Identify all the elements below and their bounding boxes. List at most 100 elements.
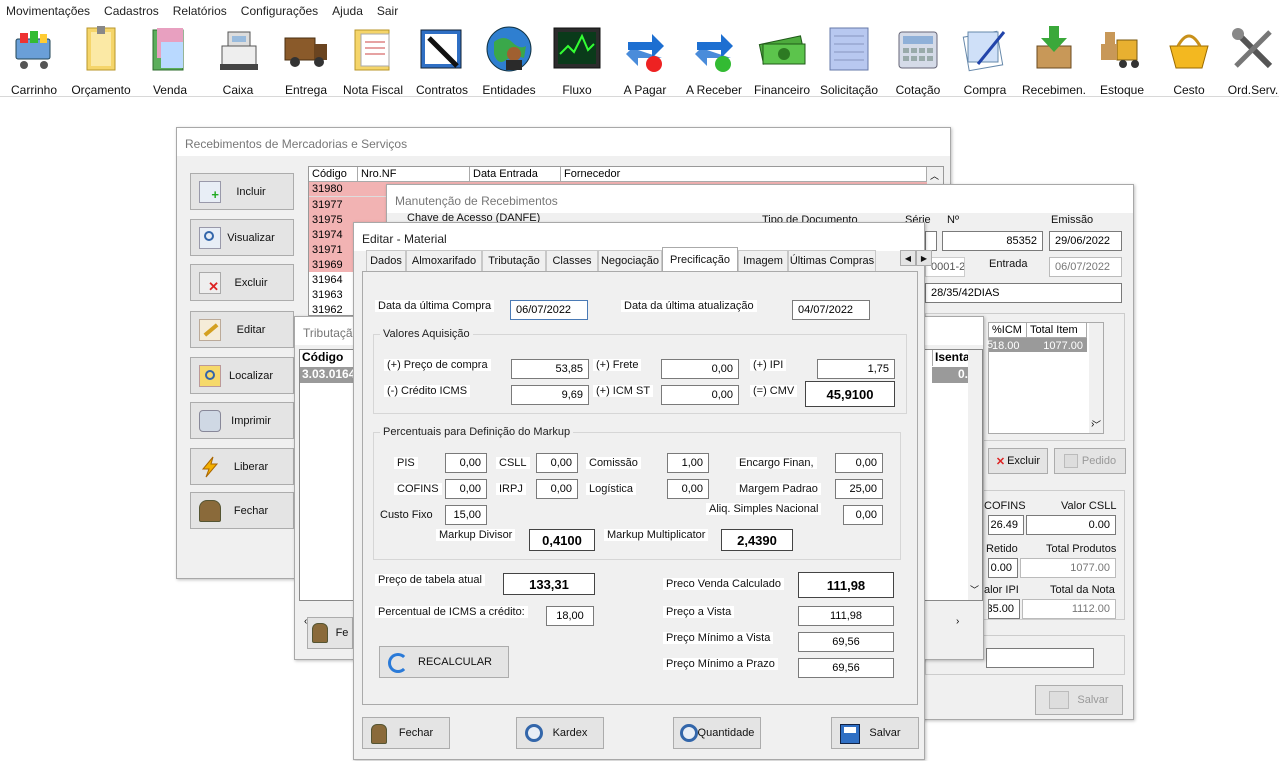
logistica-field[interactable]: 0,00 [667, 479, 709, 499]
tab-dados[interactable]: Dados [366, 250, 406, 271]
vertical-scrollbar[interactable]: ﹀ [968, 350, 982, 600]
preco-tabela-field[interactable]: 133,31 [503, 573, 595, 595]
obs-field[interactable] [986, 648, 1094, 668]
custo-fixo-field[interactable]: 15,00 [445, 505, 487, 525]
encargo-field[interactable]: 0,00 [835, 453, 883, 473]
toolbar-recebimentos[interactable]: Recebimen. [1022, 23, 1086, 97]
col-header-nro-nf[interactable]: Nro.NF [358, 167, 470, 182]
csll-field[interactable]: 0.00 [1026, 515, 1116, 535]
fechar-button[interactable]: Fechar [190, 492, 294, 529]
menu-sair[interactable]: Sair [377, 4, 398, 18]
fechar-button[interactable]: Fechar [362, 717, 450, 749]
scroll-right-icon[interactable]: › [956, 616, 959, 627]
toolbar-carrinho[interactable]: Carrinho [8, 23, 60, 97]
col-header-isenta[interactable]: Isenta [932, 350, 970, 366]
menu-cadastros[interactable]: Cadastros [104, 4, 159, 18]
salvar-button[interactable]: Salvar [831, 717, 919, 749]
localizar-button[interactable]: Localizar [190, 357, 294, 394]
frete-field[interactable]: 0,00 [661, 359, 739, 379]
ipi-field[interactable]: 35.00 [988, 599, 1020, 619]
entrada-field[interactable]: 06/07/2022 [1049, 257, 1122, 277]
preco-compra-field[interactable]: 53,85 [511, 359, 589, 379]
col-header-data-entrada[interactable]: Data Entrada [470, 167, 561, 182]
preco-venda-field[interactable]: 111,98 [798, 572, 894, 598]
table-cell[interactable]: 18.00 [989, 338, 1027, 353]
menu-relatorios[interactable]: Relatórios [173, 4, 227, 18]
col-header-total-item[interactable]: Total Item [1027, 323, 1087, 338]
ipi-field[interactable]: 1,75 [817, 359, 895, 379]
toolbar-cotacao[interactable]: Cotação [892, 23, 944, 97]
emissao-field[interactable]: 29/06/2022 [1049, 231, 1122, 251]
col-header-codigo[interactable]: Código [309, 167, 358, 182]
toolbar-financeiro[interactable]: Financeiro [754, 23, 810, 97]
toolbar-contratos[interactable]: Contratos [416, 23, 468, 97]
preco-min-vista-field[interactable]: 69,56 [798, 632, 894, 652]
excluir-item-button[interactable]: ✕ Excluir [988, 448, 1048, 474]
aliq-simples-field[interactable]: 0,00 [843, 505, 883, 525]
items-grid[interactable]: %ICM Total Item 18.00 1077.00 ﹀ › [988, 322, 1104, 434]
table-row[interactable]: 3.03.0164 [300, 367, 358, 383]
visualizar-button[interactable]: Visualizar [190, 219, 294, 256]
table-row[interactable]: 31977 [309, 197, 389, 212]
toolbar-solicitacao[interactable]: Solicitação [820, 23, 878, 97]
comissao-field[interactable]: 1,00 [667, 453, 709, 473]
tab-precificacao[interactable]: Precificação [662, 247, 738, 271]
salvar-button[interactable]: Salvar [1035, 685, 1123, 715]
recalcular-button[interactable]: RECALCULAR [379, 646, 509, 678]
toolbar-nota-fiscal[interactable]: Nota Fiscal [343, 23, 403, 97]
quantidade-button[interactable]: Quantidade [673, 717, 761, 749]
toolbar-entidades[interactable]: Entidades [482, 23, 536, 97]
preco-vista-field[interactable]: 111,98 [798, 606, 894, 626]
irpj-field[interactable]: 0,00 [536, 479, 578, 499]
preco-min-prazo-field[interactable]: 69,56 [798, 658, 894, 678]
icm-st-field[interactable]: 0,00 [661, 385, 739, 405]
tab-almoxarifado[interactable]: Almoxarifado [406, 250, 482, 271]
tab-classes[interactable]: Classes [546, 250, 598, 271]
col-header-icm[interactable]: %ICM [989, 323, 1027, 338]
imprimir-button[interactable]: Imprimir [190, 402, 294, 439]
markup-multiplicator-field[interactable]: 2,4390 [721, 529, 793, 551]
toolbar-caixa[interactable]: Caixa [212, 23, 264, 97]
toolbar-orcamento[interactable]: Orçamento [71, 23, 131, 97]
pis-field[interactable]: 0,00 [445, 453, 487, 473]
markup-divisor-field[interactable]: 0,4100 [529, 529, 595, 551]
total-nota-field[interactable]: 1112.00 [1022, 599, 1116, 619]
toolbar-cesto[interactable]: Cesto [1164, 23, 1214, 97]
toolbar-ord-serv[interactable]: Ord.Serv. [1228, 23, 1278, 97]
tab-ultimas-compras[interactable]: Últimas Compras [788, 250, 876, 271]
data-ultima-atualizacao-field[interactable]: 04/07/2022 [792, 300, 870, 320]
cond-pagamento-field[interactable]: 28/35/42DIAS [925, 283, 1122, 303]
data-ultima-compra-field[interactable]: 06/07/2022 [510, 300, 588, 320]
menu-movimentacoes[interactable]: Movimentações [6, 4, 90, 18]
table-row[interactable]: 31980 [309, 182, 389, 197]
editar-button[interactable]: Editar [190, 311, 294, 348]
cmv-field[interactable]: 45,9100 [805, 381, 895, 407]
col-header-fornecedor[interactable]: Fornecedor [561, 167, 927, 182]
toolbar-entrega[interactable]: Entrega [280, 23, 332, 97]
numero-field[interactable]: 85352 [942, 231, 1043, 251]
tab-scroll-right[interactable]: ▶ [916, 250, 932, 266]
toolbar-compra[interactable]: Compra [960, 23, 1010, 97]
csll-field[interactable]: 0,00 [536, 453, 578, 473]
total-produtos-field[interactable]: 1077.00 [1020, 558, 1116, 578]
margem-field[interactable]: 25,00 [835, 479, 883, 499]
credito-icms-field[interactable]: 9,69 [511, 385, 589, 405]
liberar-button[interactable]: Liberar [190, 448, 294, 485]
excluir-button[interactable]: ✕ Excluir [190, 264, 294, 301]
menu-configuracoes[interactable]: Configurações [241, 4, 318, 18]
incluir-button[interactable]: + Incluir [190, 173, 294, 210]
cofins-field[interactable]: 0,00 [445, 479, 487, 499]
toolbar-venda[interactable]: Venda [146, 23, 194, 97]
tab-scroll-left[interactable]: ◀ [900, 250, 916, 266]
tab-imagem[interactable]: Imagem [738, 250, 788, 271]
col-header-codigo[interactable]: Código [300, 350, 358, 366]
perc-icms-field[interactable]: 18,00 [546, 606, 594, 626]
fechar-button[interactable]: Fe [307, 617, 353, 649]
table-cell[interactable]: 1077.00 [1027, 338, 1087, 353]
tab-tributacao[interactable]: Tributação [482, 250, 546, 271]
pedido-button[interactable]: Pedido [1054, 448, 1126, 474]
menu-ajuda[interactable]: Ajuda [332, 4, 363, 18]
retido-field[interactable]: 0.00 [988, 558, 1018, 578]
toolbar-a-pagar[interactable]: A Pagar [620, 23, 670, 97]
tab-negociacao[interactable]: Negociação [598, 250, 662, 271]
